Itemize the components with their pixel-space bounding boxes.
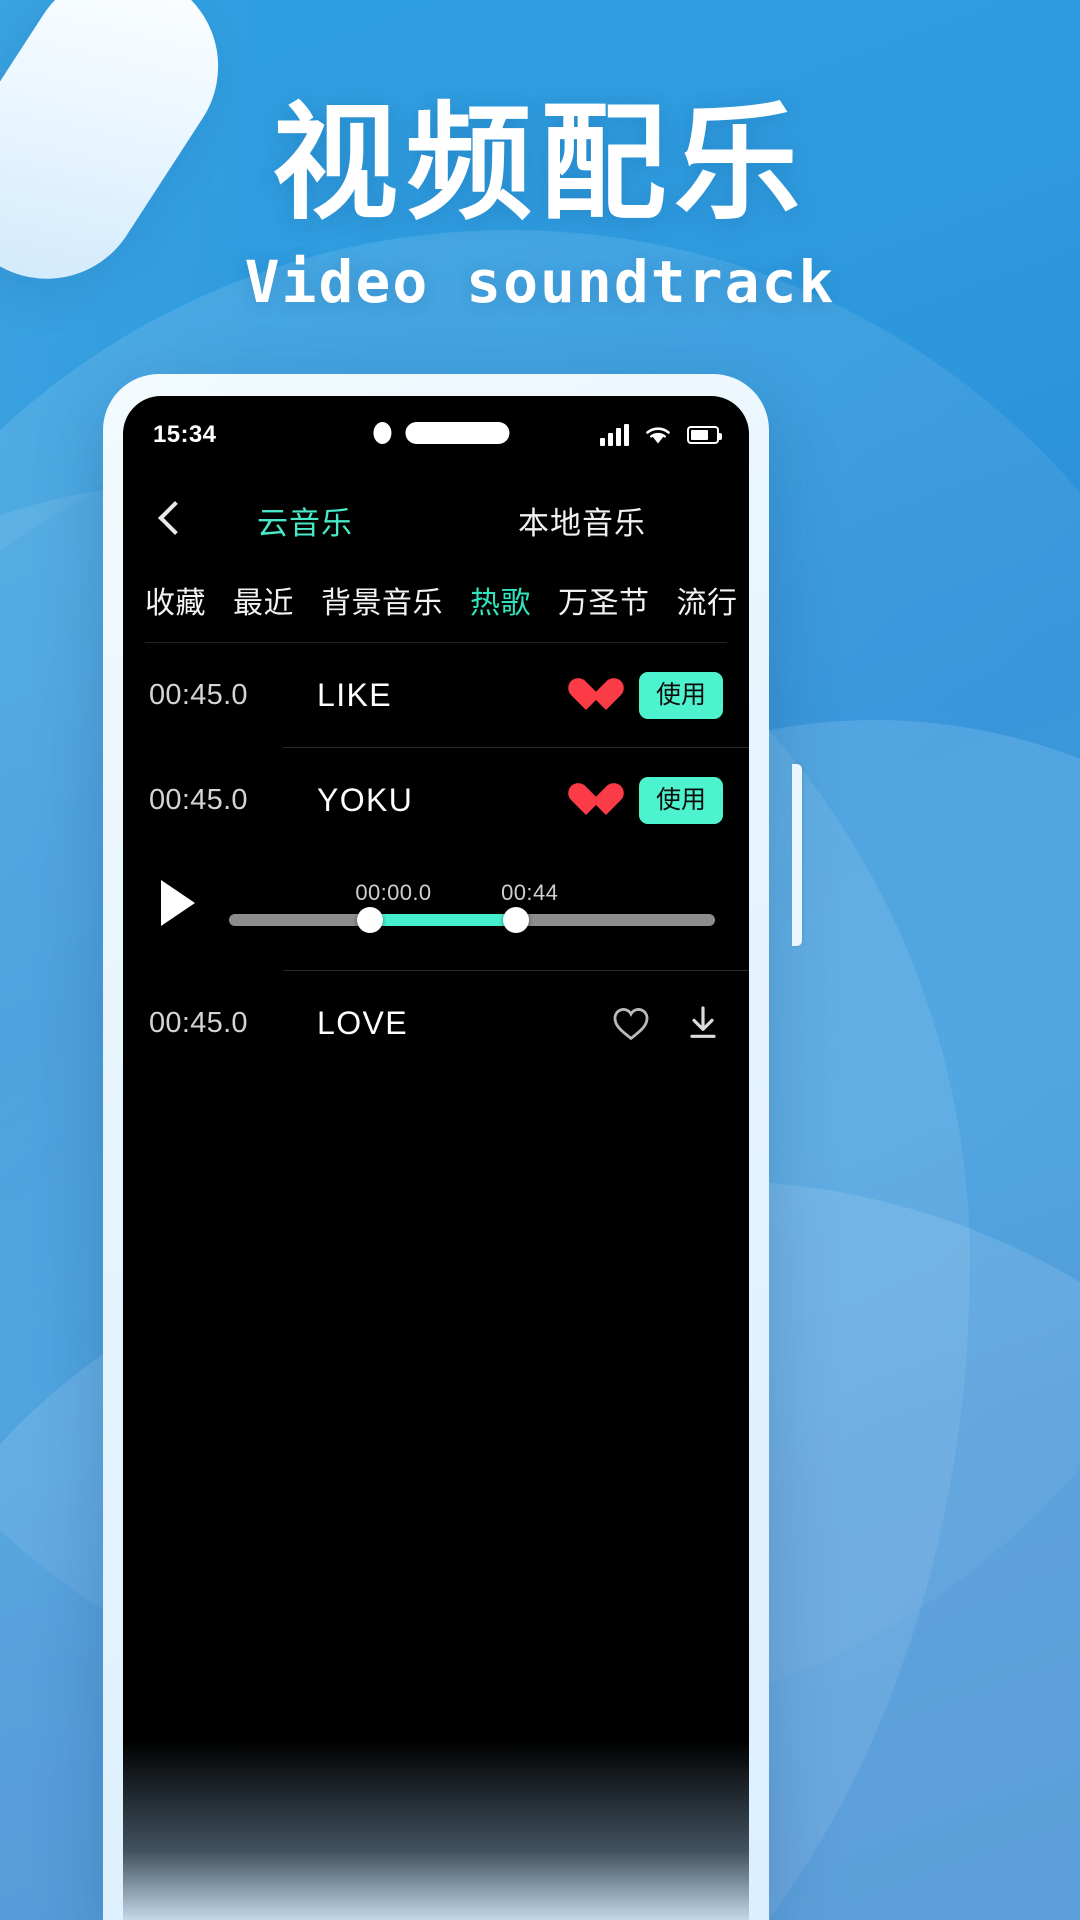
status-bar: 15:34	[123, 396, 749, 474]
category-tab-hot-songs[interactable]: 热歌	[470, 578, 531, 622]
category-tab-bar[interactable]: 收藏 最近 背景音乐 热歌 万圣节 流行 圣诞	[123, 566, 749, 642]
trim-slider-handle-end[interactable]	[502, 907, 529, 933]
song-duration: 00:45.0	[149, 1006, 248, 1039]
heart-outline-icon[interactable]	[611, 1004, 651, 1042]
play-triangle-icon[interactable]	[161, 880, 195, 926]
tab-cloud-music[interactable]: 云音乐	[257, 498, 353, 543]
category-tab-background-music[interactable]: 背景音乐	[321, 578, 443, 622]
row-actions	[611, 1003, 723, 1043]
camera-dot-icon	[373, 422, 392, 444]
category-tab-pop[interactable]: 流行	[677, 578, 738, 622]
trim-slider-track[interactable]	[229, 907, 715, 933]
notch-pill	[405, 422, 510, 444]
trim-slider-handle-start[interactable]	[356, 907, 383, 933]
phone-screen: 15:34 云音乐 本地音乐 收藏 最近 背景音乐 热歌 万圣节 流行 00:4…	[123, 396, 749, 1920]
song-title: YOKU	[317, 781, 414, 818]
row-actions: 使用	[567, 776, 723, 824]
page-subtitle: Video soundtrack	[244, 248, 836, 316]
use-button[interactable]: 使用	[638, 671, 723, 719]
category-tab-recent[interactable]: 最近	[233, 578, 294, 622]
song-title: LOVE	[317, 1004, 408, 1041]
trim-slider-fill	[369, 914, 516, 926]
phone-mockup: 15:34 云音乐 本地音乐 收藏 最近 背景音乐 热歌 万圣节 流行 00:4…	[103, 374, 769, 1920]
song-title: LIKE	[317, 676, 392, 713]
download-icon[interactable]	[683, 1003, 723, 1043]
tab-local-music[interactable]: 本地音乐	[518, 498, 646, 543]
heart-filled-icon[interactable]	[567, 677, 607, 713]
status-clock: 15:34	[153, 421, 217, 448]
source-tabs: 云音乐 本地音乐	[195, 498, 723, 543]
page-title: 视频配乐	[272, 93, 808, 234]
phone-button-power	[792, 764, 802, 946]
top-navigation: 云音乐 本地音乐	[123, 474, 749, 566]
battery-icon	[687, 426, 722, 444]
camera-notch	[373, 422, 510, 444]
trim-start-label: 00:00.0	[355, 880, 432, 905]
table-row[interactable]: 00:45.0 LOVE	[123, 971, 749, 1075]
row-actions: 使用	[567, 671, 723, 719]
screen-bottom-fade	[123, 1740, 749, 1920]
song-duration: 00:45.0	[149, 678, 248, 711]
trim-slider-labels: 00:00.0 00:44	[229, 880, 715, 914]
table-row[interactable]: 00:45.0 LIKE 使用	[123, 643, 749, 747]
category-tab-halloween[interactable]: 万圣节	[558, 578, 650, 622]
heart-filled-icon[interactable]	[567, 782, 607, 818]
song-duration: 00:45.0	[149, 783, 248, 816]
cellular-signal-icon	[600, 424, 629, 446]
use-button[interactable]: 使用	[638, 776, 723, 824]
wifi-icon	[646, 427, 670, 444]
trim-slider[interactable]: 00:00.0 00:44	[229, 880, 723, 933]
status-icons	[600, 423, 722, 447]
audio-player: 00:00.0 00:44	[123, 852, 749, 970]
poster-stage: 视频配乐 Video soundtrack 15:34 云音乐 本地音乐 收藏 …	[0, 0, 1080, 1920]
table-row[interactable]: 00:45.0 YOKU 使用	[123, 748, 749, 852]
trim-end-label: 00:44	[501, 880, 559, 905]
back-chevron-icon[interactable]	[149, 497, 195, 543]
category-tab-favorites[interactable]: 收藏	[145, 578, 206, 622]
